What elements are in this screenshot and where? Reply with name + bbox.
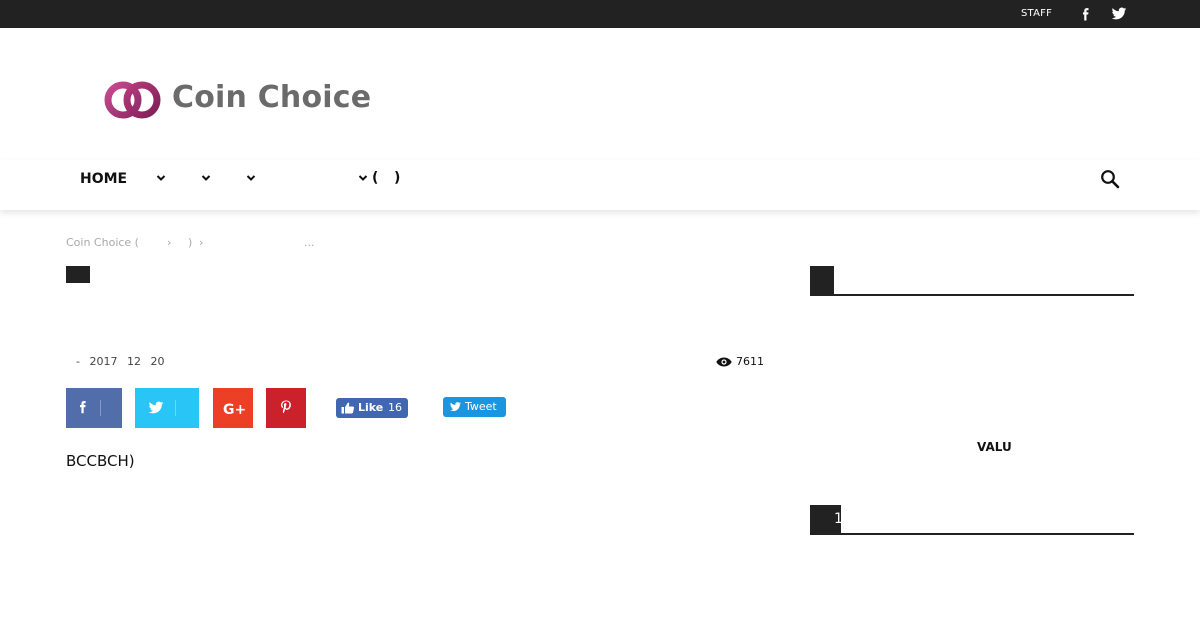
pinterest-icon [281, 400, 291, 414]
like-label: Like [358, 401, 384, 414]
logo-text: Coin Choice [172, 80, 372, 115]
sidebar-block-tab: 1 [810, 505, 843, 535]
breadcrumb-paren[interactable]: ) [188, 236, 192, 249]
top-bar: STAFF [0, 0, 1200, 28]
sidebar-block-header: 1 [810, 505, 1134, 535]
tweet-button[interactable]: Tweet [443, 397, 506, 417]
view-count-number: 7611 [736, 355, 764, 368]
sidebar-valu-label[interactable]: VALU [977, 440, 1012, 454]
breadcrumb-separator: › [167, 236, 172, 249]
category-tag[interactable] [66, 266, 90, 283]
sidebar-block-header [810, 266, 1134, 296]
tweet-label: Tweet [465, 400, 497, 413]
chevron-down-icon[interactable] [201, 173, 211, 183]
svg-text:G+: G+ [223, 402, 245, 416]
share-twitter-button[interactable] [135, 388, 199, 428]
like-count: 16 [388, 401, 402, 414]
twitter-icon[interactable] [1111, 6, 1127, 22]
share-pinterest-button[interactable] [266, 388, 306, 428]
google-plus-icon: G+ [223, 402, 245, 416]
facebook-icon [80, 401, 86, 414]
share-google-plus-button[interactable]: G+ [213, 388, 253, 428]
chevron-down-icon[interactable] [358, 173, 368, 183]
article-body: BCCBCH) [66, 452, 135, 470]
facebook-like-button[interactable]: Like 16 [336, 398, 408, 418]
staff-link[interactable]: STAFF [1021, 8, 1052, 19]
chevron-down-icon[interactable] [246, 173, 256, 183]
breadcrumb-current: ... [304, 236, 315, 249]
breadcrumb-separator: › [199, 236, 204, 249]
sidebar-block-tab-label: 1 [834, 511, 843, 527]
logo-rings-icon [104, 81, 161, 119]
eye-icon [716, 357, 732, 367]
main-nav: HOME ( ) [0, 160, 1200, 210]
date-day: 20 [150, 355, 165, 368]
post-date: - 2017 12 20 [76, 355, 170, 368]
nav-paren-close[interactable]: ) [394, 170, 400, 186]
chevron-down-icon[interactable] [156, 173, 166, 183]
breadcrumb-home[interactable]: Coin Choice ( [66, 236, 139, 249]
facebook-icon[interactable] [1080, 6, 1092, 22]
share-facebook-button[interactable] [66, 388, 122, 428]
date-month: 12 [126, 355, 141, 368]
nav-home[interactable]: HOME [80, 171, 127, 187]
thumbs-up-icon [341, 402, 355, 414]
twitter-icon [450, 402, 461, 412]
twitter-icon [148, 401, 164, 414]
nav-paren-open[interactable]: ( [372, 170, 378, 186]
search-icon[interactable] [1100, 169, 1120, 189]
date-dash: - [76, 355, 80, 368]
sidebar-block-tab [810, 266, 834, 296]
date-year: 2017 [89, 355, 118, 368]
